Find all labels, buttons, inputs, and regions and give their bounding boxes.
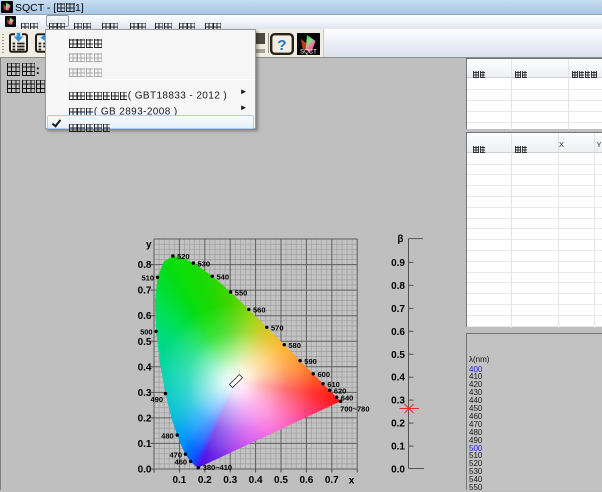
svg-text:0.3: 0.3 <box>138 388 152 399</box>
svg-text:0.2: 0.2 <box>391 419 405 430</box>
svg-text:480: 480 <box>161 431 174 440</box>
svg-text:640: 640 <box>341 393 354 402</box>
svg-text:0.4: 0.4 <box>138 362 152 373</box>
svg-text:0.1: 0.1 <box>138 439 152 450</box>
svg-text:0.0: 0.0 <box>138 465 152 476</box>
svg-text:0.3: 0.3 <box>223 475 237 486</box>
svg-text:0.5: 0.5 <box>138 337 152 348</box>
svg-text:0.3: 0.3 <box>391 396 405 407</box>
svg-text:550: 550 <box>235 288 248 297</box>
svg-text:530: 530 <box>198 259 211 268</box>
svg-text:0.7: 0.7 <box>325 475 339 486</box>
svg-text:0.2: 0.2 <box>138 413 152 424</box>
svg-text:0.7: 0.7 <box>138 286 152 297</box>
svg-text:560: 560 <box>253 306 266 315</box>
svg-text:0.4: 0.4 <box>391 373 405 384</box>
svg-text:580: 580 <box>288 341 301 350</box>
svg-text:0.4: 0.4 <box>249 475 263 486</box>
svg-text:y: y <box>146 240 152 251</box>
svg-text:0.7: 0.7 <box>391 304 405 315</box>
svg-text:0.5: 0.5 <box>274 475 288 486</box>
svg-text:460: 460 <box>175 458 188 467</box>
svg-text:0.2: 0.2 <box>198 475 212 486</box>
svg-text:510: 510 <box>141 274 154 283</box>
svg-text:β: β <box>397 234 403 245</box>
svg-text:x: x <box>349 476 355 487</box>
svg-text:0.6: 0.6 <box>391 327 405 338</box>
svg-text:0.8: 0.8 <box>391 281 405 292</box>
svg-text:0.0: 0.0 <box>391 465 405 476</box>
svg-text:0.6: 0.6 <box>138 311 152 322</box>
svg-text:380~410: 380~410 <box>203 463 232 472</box>
svg-text:0.6: 0.6 <box>299 475 313 486</box>
svg-text:0.1: 0.1 <box>391 442 405 453</box>
svg-text:0.9: 0.9 <box>391 258 405 269</box>
svg-text:0.8: 0.8 <box>138 260 152 271</box>
svg-text:0.5: 0.5 <box>391 350 405 361</box>
svg-text:500: 500 <box>140 328 153 337</box>
svg-text:700~780: 700~780 <box>340 405 369 414</box>
svg-text:520: 520 <box>177 252 190 261</box>
svg-text:490: 490 <box>150 395 163 404</box>
svg-text:570: 570 <box>271 324 284 333</box>
svg-text:600: 600 <box>318 370 331 379</box>
svg-text:540: 540 <box>217 273 230 282</box>
svg-text:590: 590 <box>304 357 317 366</box>
svg-text:0.1: 0.1 <box>172 475 186 486</box>
